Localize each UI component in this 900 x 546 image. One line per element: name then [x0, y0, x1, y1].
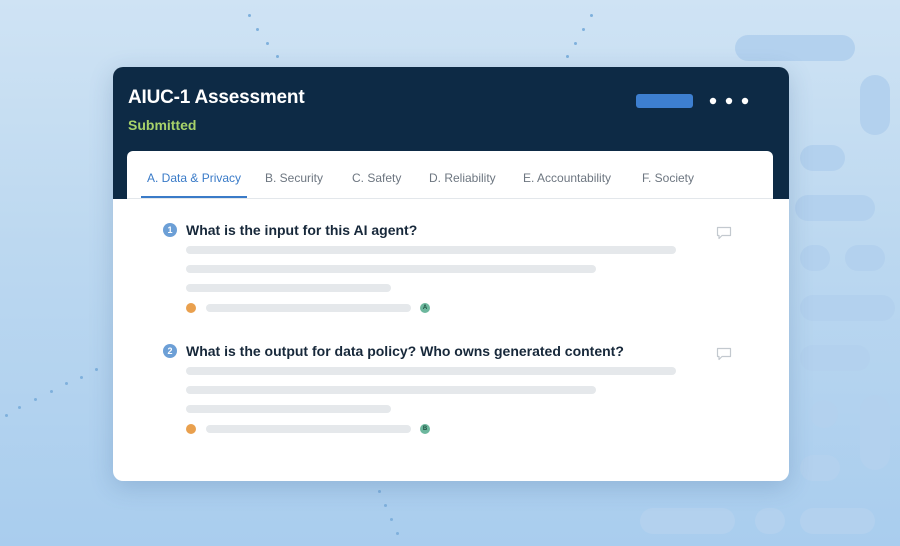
bg-pill: [810, 400, 838, 428]
bg-pill: [640, 508, 735, 534]
active-tab-indicator: [141, 196, 247, 198]
control-tag-badge: A: [420, 303, 430, 313]
answer-placeholder-line: [186, 284, 391, 292]
bg-dot: [18, 406, 21, 409]
answer-placeholder-line: [186, 246, 676, 254]
bg-pill: [800, 245, 830, 271]
bg-dot: [390, 518, 393, 521]
bg-pill: [860, 395, 890, 470]
bg-pill: [735, 35, 855, 61]
section-tabs: A. Data & Privacy B. Security C. Safety …: [127, 151, 773, 199]
bg-dot: [256, 28, 259, 31]
assessment-card: AIUC-1 Assessment Submitted A. Data & Pr…: [113, 67, 789, 481]
tab-safety[interactable]: C. Safety: [352, 151, 401, 197]
control-tag-badge: B: [420, 424, 430, 434]
bg-dot: [266, 42, 269, 45]
question-text: What is the input for this AI agent?: [186, 222, 418, 238]
tab-reliability[interactable]: D. Reliability: [429, 151, 496, 197]
more-options-button[interactable]: [707, 92, 751, 110]
bg-pill: [800, 345, 870, 371]
page-title: AIUC-1 Assessment: [128, 87, 305, 108]
ellipsis-horizontal-icon: [709, 97, 749, 105]
bg-pill: [800, 455, 840, 481]
bg-dot: [80, 376, 83, 379]
bg-dot: [34, 398, 37, 401]
question-number-badge: 2: [163, 344, 177, 358]
question-text: What is the output for data policy? Who …: [186, 343, 624, 359]
comment-icon[interactable]: [716, 226, 732, 240]
bg-dot: [590, 14, 593, 17]
answer-placeholder-line: [186, 405, 391, 413]
author-avatar: [186, 303, 196, 313]
tab-society[interactable]: F. Society: [642, 151, 694, 197]
bg-dot: [396, 532, 399, 535]
bg-dot: [566, 55, 569, 58]
question-number-badge: 1: [163, 223, 177, 237]
bg-pill: [860, 75, 890, 135]
bg-dot: [378, 490, 381, 493]
answer-placeholder-line: [186, 265, 596, 273]
answer-placeholder-line: [186, 367, 676, 375]
tab-accountability[interactable]: E. Accountability: [523, 151, 611, 197]
bg-pill: [755, 508, 785, 534]
bg-pill: [800, 508, 875, 534]
bg-dot: [582, 28, 585, 31]
primary-action-button[interactable]: [636, 94, 693, 108]
bg-dot: [95, 368, 98, 371]
bg-pill: [800, 295, 895, 321]
author-avatar: [186, 424, 196, 434]
bg-dot: [276, 55, 279, 58]
bg-dot: [65, 382, 68, 385]
tab-security[interactable]: B. Security: [265, 151, 323, 197]
tab-data-privacy[interactable]: A. Data & Privacy: [147, 151, 241, 197]
bg-dot: [248, 14, 251, 17]
bg-dot: [574, 42, 577, 45]
author-placeholder-line: [206, 304, 411, 312]
status-label: Submitted: [128, 117, 197, 133]
bg-dot: [50, 390, 53, 393]
answer-placeholder-line: [186, 386, 596, 394]
comment-icon[interactable]: [716, 347, 732, 361]
assessment-panel: A. Data & Privacy B. Security C. Safety …: [127, 151, 773, 481]
bg-pill: [795, 195, 875, 221]
bg-pill: [800, 145, 845, 171]
bg-dot: [384, 504, 387, 507]
bg-dot: [5, 414, 8, 417]
author-placeholder-line: [206, 425, 411, 433]
bg-pill: [845, 245, 885, 271]
